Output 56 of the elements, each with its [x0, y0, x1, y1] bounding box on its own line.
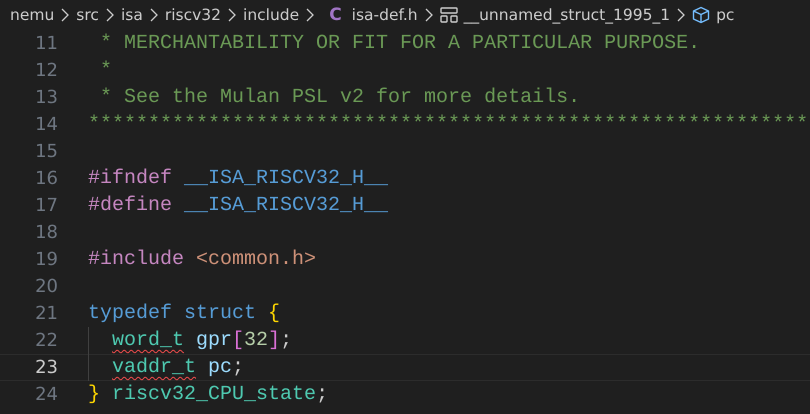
breadcrumb-item[interactable]: nemu — [10, 6, 54, 24]
line-number: 11 — [34, 32, 58, 56]
chevron-icon — [228, 8, 236, 22]
breadcrumb-item[interactable]: include — [243, 6, 300, 24]
macro-name: __ISA_RISCV32_H__ — [184, 193, 388, 219]
line-number: 20 — [34, 275, 58, 299]
type-name: riscv32_CPU_state — [112, 382, 316, 408]
code-comment: * — [100, 58, 112, 84]
breadcrumb-item[interactable]: src — [76, 6, 99, 24]
type-name: vaddr_t — [112, 355, 196, 380]
c-file-icon: C — [329, 5, 342, 25]
variable-name: pc — [208, 355, 232, 380]
line-number: 12 — [34, 59, 58, 83]
chevron-icon — [306, 8, 314, 22]
preprocessor-directive: #include — [88, 247, 184, 273]
line-number: 23 — [34, 356, 58, 380]
code-bracket: [ — [232, 328, 244, 354]
code-punctuation: ; — [316, 382, 328, 408]
preprocessor-directive: #define — [88, 193, 172, 219]
breadcrumb-item[interactable]: isa-def.h — [352, 6, 418, 24]
chevron-icon — [61, 8, 70, 22]
line-number: 14 — [34, 113, 58, 137]
line-number: 21 — [34, 302, 58, 326]
code-bracket: ] — [268, 328, 280, 354]
struct-icon — [440, 7, 458, 23]
cube-icon — [692, 6, 710, 24]
code-comment: * See the Mulan PSL v2 for more details. — [100, 85, 580, 111]
code-punctuation: ; — [232, 355, 244, 380]
macro-name: __ISA_RISCV32_H__ — [184, 166, 388, 192]
line-number: 17 — [34, 194, 58, 218]
breadcrumb-item[interactable]: __unnamed_struct_1995_1 — [464, 6, 670, 24]
breadcrumb-item[interactable]: riscv32 — [164, 6, 222, 24]
code-keyword: typedef struct — [88, 301, 256, 327]
line-number: 16 — [34, 167, 58, 191]
chevron-icon — [150, 8, 158, 22]
code-comment: * MERCHANTABILITY OR FIT FOR A PARTICULAR PURPOSE. — [100, 31, 700, 57]
line-number: 18 — [34, 221, 58, 245]
line-number: 22 — [34, 329, 58, 353]
code-brace: { — [268, 301, 280, 327]
line-number: 13 — [34, 86, 58, 110]
code-number: 32 — [244, 328, 268, 354]
chevron-icon — [106, 8, 114, 22]
variable-name: gpr — [196, 328, 232, 354]
preprocessor-directive: #ifndef — [88, 166, 172, 192]
line-number: 15 — [34, 140, 58, 164]
breadcrumb-item[interactable]: isa — [120, 6, 143, 24]
line-number: 24 — [34, 383, 58, 407]
chevron-icon — [677, 8, 686, 22]
breadcrumb-item[interactable]: pc — [716, 6, 734, 24]
include-path: <common.h> — [196, 247, 316, 273]
code-brace: } — [88, 382, 100, 408]
code-punctuation: ; — [280, 328, 292, 354]
code-comment: ************************************************************ — [88, 112, 808, 138]
chevron-icon — [424, 8, 433, 22]
line-number: 19 — [34, 248, 58, 272]
type-name: word_t — [112, 328, 184, 354]
